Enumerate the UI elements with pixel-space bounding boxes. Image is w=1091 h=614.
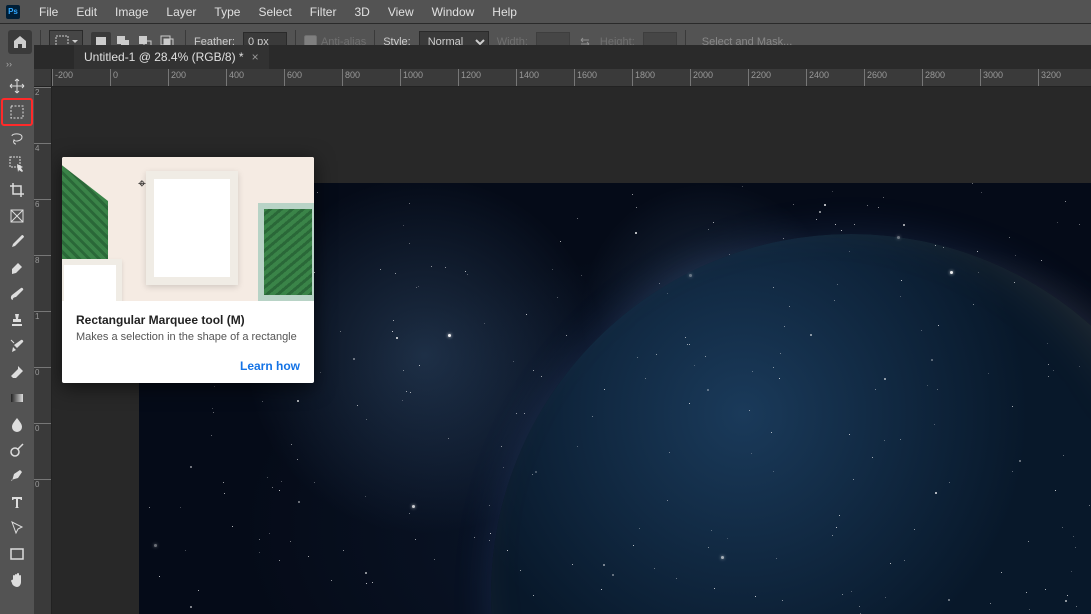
ruler-tick: 1 — [34, 311, 51, 367]
ruler-tick: 2000 — [690, 69, 748, 86]
tool-tooltip: ⌖ Rectangular Marquee tool (M) Makes a s… — [62, 157, 314, 383]
pen-tool[interactable] — [2, 463, 32, 489]
marquee-tool[interactable] — [2, 99, 32, 125]
ruler-tick: 1600 — [574, 69, 632, 86]
home-icon — [12, 34, 28, 50]
ruler-tick: 0 — [110, 69, 168, 86]
ruler-tick: 2800 — [922, 69, 980, 86]
frame-tool[interactable] — [2, 203, 32, 229]
ruler-tick: 1000 — [400, 69, 458, 86]
dodge-tool[interactable] — [2, 437, 32, 463]
home-button[interactable] — [8, 30, 32, 54]
rectangle-tool[interactable] — [2, 541, 32, 567]
ruler-tick: -200 — [52, 69, 110, 86]
lasso-tool[interactable] — [2, 125, 32, 151]
ruler-tick: 800 — [342, 69, 400, 86]
document-canvas[interactable]: ⌖ Rectangular Marquee tool (M) Makes a s… — [52, 87, 1091, 614]
document-tab[interactable]: Untitled-1 @ 28.4% (RGB/8) * × — [74, 45, 269, 69]
photo-frame-graphic — [146, 171, 238, 285]
type-tool[interactable] — [2, 489, 32, 515]
menu-file[interactable]: File — [30, 2, 67, 22]
ruler-tick: 0 — [34, 479, 51, 535]
menu-layer[interactable]: Layer — [157, 2, 205, 22]
ruler-tick: 3000 — [980, 69, 1038, 86]
chevron-down-icon — [72, 39, 78, 45]
stamp-tool[interactable] — [2, 307, 32, 333]
toolbox — [0, 69, 34, 614]
ruler-tick: 0 — [34, 423, 51, 479]
crop-tool[interactable] — [2, 177, 32, 203]
brush-tool[interactable] — [2, 281, 32, 307]
eyedropper-tool[interactable] — [2, 229, 32, 255]
menu-image[interactable]: Image — [106, 2, 157, 22]
ruler-tick: 6 — [34, 199, 51, 255]
canvas-area: Untitled-1 @ 28.4% (RGB/8) * × -20002004… — [34, 69, 1091, 614]
ruler-tick: 0 — [34, 367, 51, 423]
menu-select[interactable]: Select — [249, 2, 300, 22]
ruler-tick: 1800 — [632, 69, 690, 86]
ruler-tick: 2 — [34, 87, 51, 143]
menubar: Ps File Edit Image Layer Type Select Fil… — [0, 0, 1091, 23]
ruler-origin[interactable] — [34, 69, 52, 87]
document-tab-title: Untitled-1 @ 28.4% (RGB/8) * — [84, 50, 244, 64]
move-tool[interactable] — [2, 73, 32, 99]
ruler-tick: 2400 — [806, 69, 864, 86]
hand-tool[interactable] — [2, 567, 32, 593]
palm-leaf-graphic — [258, 203, 314, 301]
ruler-tick: 2200 — [748, 69, 806, 86]
blur-tool[interactable] — [2, 411, 32, 437]
heal-tool[interactable] — [2, 255, 32, 281]
ruler-tick: 4 — [34, 143, 51, 199]
document-tabs: Untitled-1 @ 28.4% (RGB/8) * × — [34, 45, 1091, 69]
crosshair-cursor-icon: ⌖ — [138, 175, 146, 192]
menu-edit[interactable]: Edit — [67, 2, 106, 22]
tooltip-title: Rectangular Marquee tool (M) — [76, 313, 300, 327]
ruler-tick: 1200 — [458, 69, 516, 86]
ruler-tick: 8 — [34, 255, 51, 311]
menu-window[interactable]: Window — [423, 2, 484, 22]
ruler-tick: 3200 — [1038, 69, 1091, 86]
photo-frame-graphic — [62, 259, 122, 301]
ruler-tick: 1400 — [516, 69, 574, 86]
ruler-horizontal[interactable]: -200020040060080010001200140016001800200… — [52, 69, 1091, 87]
quick-select-tool[interactable] — [2, 151, 32, 177]
ruler-tick: 200 — [168, 69, 226, 86]
ruler-tick: 2600 — [864, 69, 922, 86]
history-brush-tool[interactable] — [2, 333, 32, 359]
menu-type[interactable]: Type — [205, 2, 249, 22]
ruler-tick: 600 — [284, 69, 342, 86]
eraser-tool[interactable] — [2, 359, 32, 385]
app-logo: Ps — [6, 5, 20, 19]
ruler-vertical[interactable]: 24681000 — [34, 87, 52, 614]
tooltip-description: Makes a selection in the shape of a rect… — [76, 331, 300, 343]
menu-filter[interactable]: Filter — [301, 2, 346, 22]
gradient-tool[interactable] — [2, 385, 32, 411]
tooltip-preview-image: ⌖ — [62, 157, 314, 301]
ruler-tick: 400 — [226, 69, 284, 86]
learn-how-link[interactable]: Learn how — [62, 353, 314, 383]
menu-help[interactable]: Help — [483, 2, 526, 22]
close-icon[interactable]: × — [252, 50, 259, 64]
menu-view[interactable]: View — [379, 2, 423, 22]
menu-3d[interactable]: 3D — [345, 2, 378, 22]
path-select-tool[interactable] — [2, 515, 32, 541]
